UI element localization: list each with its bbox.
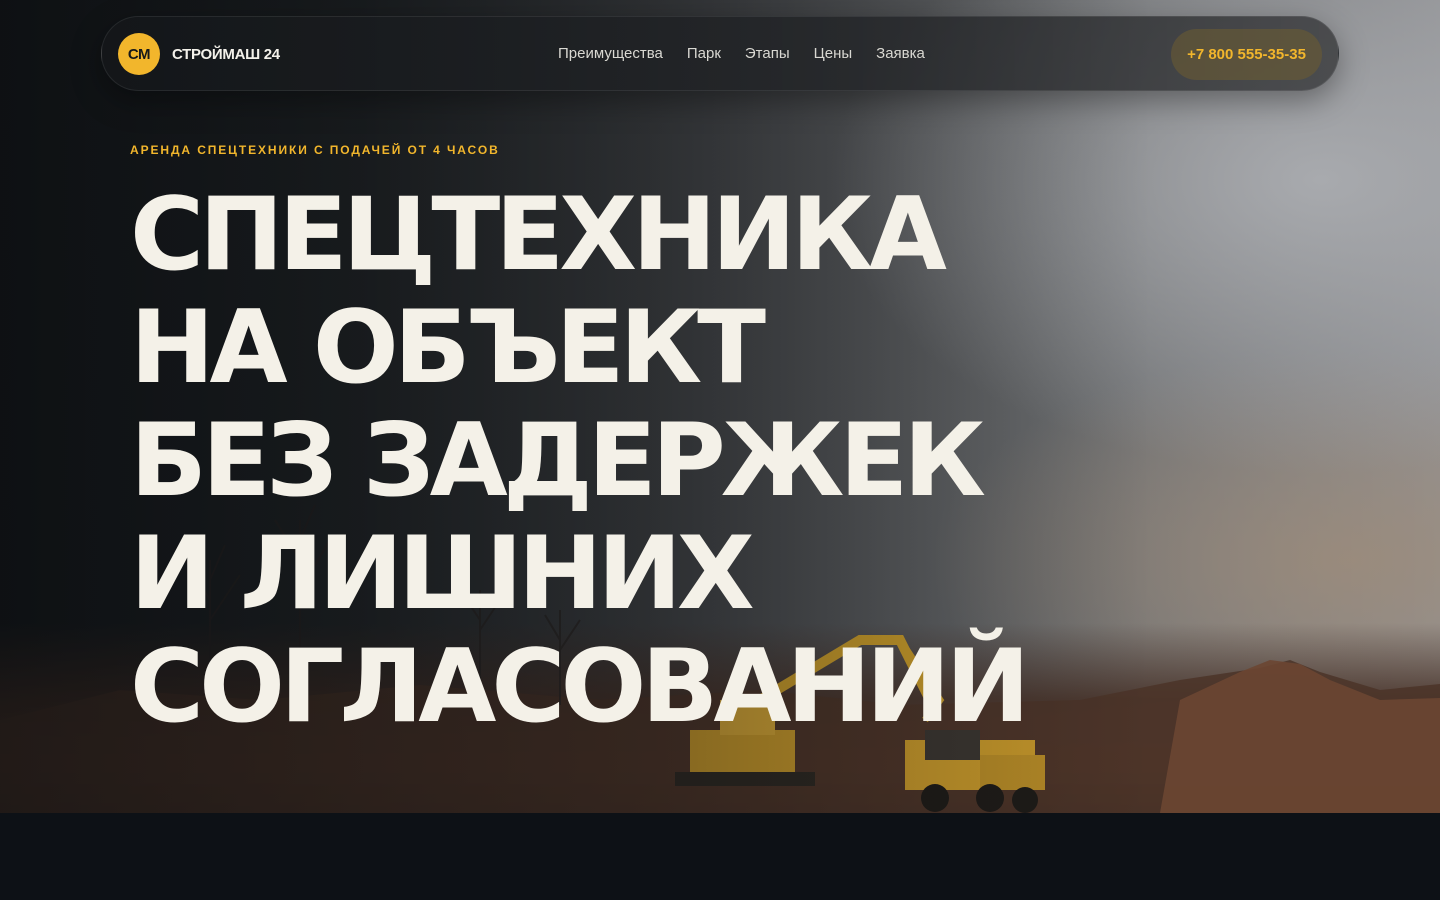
nav-link-request[interactable]: Заявка <box>876 45 925 62</box>
phone-button[interactable]: +7 800 555-35-35 <box>1171 29 1322 80</box>
top-navbar: СМ СТРОЙМАШ 24 Преимущества Парк Этапы Ц… <box>101 16 1339 91</box>
nav-link-advantages[interactable]: Преимущества <box>558 45 663 62</box>
logo-badge: СМ <box>118 33 160 75</box>
brand-name: СТРОЙМАШ 24 <box>172 45 280 63</box>
headline-line: И ЛИШНИХ <box>130 514 755 632</box>
headline-line: НА ОБЪЕКТ <box>130 288 766 406</box>
hero-headline: СПЕЦТЕХНИКА НА ОБЪЕКТ БЕЗ ЗАДЕРЖЕК И ЛИШ… <box>130 175 1030 745</box>
bottom-band <box>0 813 1440 900</box>
hero-section: АРЕНДА СПЕЦТЕХНИКИ С ПОДАЧЕЙ ОТ 4 ЧАСОВ … <box>0 0 1440 813</box>
nav-link-stages[interactable]: Этапы <box>745 45 790 62</box>
nav-link-fleet[interactable]: Парк <box>687 45 721 62</box>
headline-line: БЕЗ ЗАДЕРЖЕК <box>130 401 986 519</box>
nav-links: Преимущества Парк Этапы Цены Заявка <box>558 17 949 90</box>
nav-link-prices[interactable]: Цены <box>814 45 853 62</box>
headline-line: СПЕЦТЕХНИКА <box>130 175 947 293</box>
logo-link[interactable]: СМ СТРОЙМАШ 24 <box>118 33 280 75</box>
hero-kicker: АРЕНДА СПЕЦТЕХНИКИ С ПОДАЧЕЙ ОТ 4 ЧАСОВ <box>130 143 500 157</box>
headline-line: СОГЛАСОВАНИЙ <box>130 627 1030 745</box>
